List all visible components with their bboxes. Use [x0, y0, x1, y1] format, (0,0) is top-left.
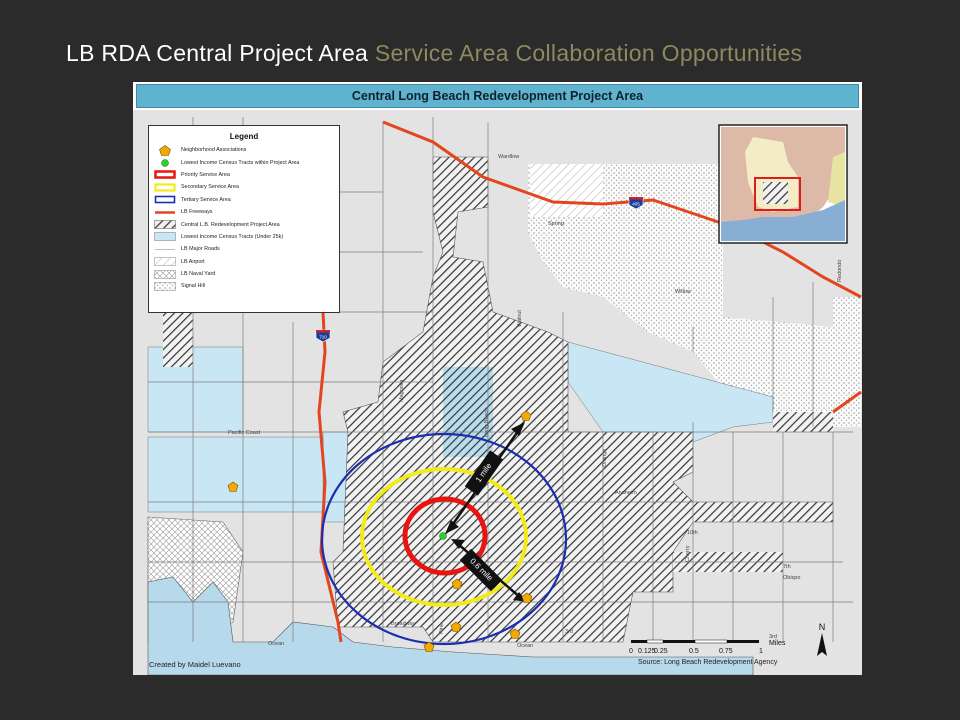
- project-area: [163, 312, 193, 367]
- red-line-icon: [154, 208, 176, 217]
- legend-label: Secondary Service Area: [181, 184, 239, 191]
- legend-label: Signal Hill: [181, 283, 205, 290]
- street-label-orange: Orange: [602, 449, 608, 467]
- project-area: [573, 492, 653, 522]
- street-label-wardlow: Wardlow: [498, 154, 519, 160]
- street-label-cherry: Cherry: [685, 545, 691, 562]
- legend-item: Lowest Income Census Tracts (Under 25k): [149, 231, 339, 243]
- slide-title: LB RDA Central Project Area Service Area…: [66, 40, 802, 67]
- legend-item: LB Major Roads: [149, 243, 339, 255]
- legend-item: LB Freeways: [149, 206, 339, 218]
- scale-tick-1: 0.125: [638, 648, 656, 655]
- inset-locator-map: [718, 124, 848, 244]
- slide-title-main: LB RDA Central Project Area: [66, 40, 369, 66]
- legend-label: LB Freeways: [181, 209, 213, 216]
- dots-icon: [154, 282, 176, 291]
- project-area: [773, 412, 833, 432]
- map-source: Source: Long Beach Redevelopment Agency: [638, 659, 778, 666]
- legend-item: Secondary Service Area: [149, 181, 339, 193]
- street-label-ocean-bay: Ocean: [517, 643, 533, 649]
- blue-box-icon: [154, 195, 176, 204]
- street-label-pacific-coast: Pacific Coast: [228, 430, 261, 436]
- scale-unit: Miles: [769, 640, 786, 647]
- street-label-10th: 10th: [687, 530, 698, 536]
- legend-item: Lowest Income Census Tracts within Proje…: [149, 156, 339, 168]
- low-income-tract: [147, 436, 324, 513]
- legend-label: Central L.B. Redevelopment Project Area: [181, 221, 280, 228]
- street-label-long-beach: Long Beach: [484, 408, 490, 437]
- legend-label: Lowest Income Census Tracts (Under 25k): [181, 233, 284, 240]
- street-label-obispo: Obispo: [783, 575, 800, 581]
- legend-item: LB Airport: [149, 256, 339, 268]
- airport-area: [531, 164, 603, 217]
- yellow-box-icon: [154, 183, 176, 192]
- street-label-walnut: Walnut: [517, 310, 523, 327]
- legend-title: Legend: [229, 132, 259, 141]
- street-label-pine: Pine: [439, 623, 445, 634]
- street-label-7th: 7th: [783, 564, 791, 570]
- legend-label: LB Airport: [181, 258, 205, 265]
- legend-item: Neighborhood Associations: [149, 144, 339, 156]
- legend-label: LB Naval Yard: [181, 271, 216, 278]
- legend-label: Neighborhood Associations: [181, 147, 247, 154]
- street-label-broadway: Broadway: [391, 621, 416, 627]
- street-label-spring: Spring: [548, 221, 564, 227]
- slide-title-accent: Service Area Collaboration Opportunities: [374, 40, 803, 66]
- red-box-icon: [154, 170, 176, 180]
- map-credit: Created by Maidel Luevano: [149, 660, 241, 669]
- legend-label: LB Major Roads: [181, 246, 220, 253]
- legend-item: Central L.B. Redevelopment Project Area: [149, 218, 339, 230]
- legend-label: Priority Service Area: [181, 171, 230, 178]
- crosshatch-icon: [154, 269, 176, 279]
- thin-line-icon: [154, 245, 176, 254]
- north-arrow-label: N: [819, 622, 826, 632]
- scale-tick-5: 1: [759, 648, 763, 655]
- street-label-anaheim: Anaheim: [615, 490, 637, 496]
- low-income-tract: [147, 346, 244, 433]
- map-legend: Legend Neighborhood Associations Lowest …: [148, 125, 340, 313]
- hatch-icon: [154, 220, 176, 229]
- legend-label: Tertiary Service Area: [181, 196, 231, 203]
- legend-label: Lowest Income Census Tracts within Proje…: [181, 159, 300, 166]
- scale-tick-3: 0.5: [689, 648, 699, 655]
- lightblue-box-icon: [154, 232, 176, 242]
- map-frame: 405 710 Wardlow Spring Willow Pacific Co…: [133, 82, 862, 675]
- scale-tick-4: 0.75: [719, 648, 733, 655]
- scale-tick-0: 0: [629, 648, 633, 655]
- legend-item: Signal Hill: [149, 280, 339, 292]
- street-label-redondo: Redondo: [837, 260, 843, 282]
- legend-item: Tertiary Service Area: [149, 194, 339, 206]
- shield-405-text: 405: [632, 202, 640, 207]
- street-label-magnolia: Magnolia: [399, 379, 405, 402]
- legend-item: LB Naval Yard: [149, 268, 339, 280]
- street-label-willow: Willow: [675, 289, 691, 295]
- pentagon-icon: [154, 144, 176, 156]
- scale-tick-2: 0.25: [654, 648, 668, 655]
- street-label-3rd-w: 3rd: [565, 629, 573, 635]
- street-label-ocean: Ocean: [268, 641, 284, 647]
- map-header: Central Long Beach Redevelopment Project…: [136, 84, 859, 108]
- legend-item: Priority Service Area: [149, 169, 339, 181]
- green-dot-icon: [154, 158, 176, 167]
- light-hatch-icon: [154, 257, 176, 266]
- shield-710-text: 710: [319, 335, 327, 340]
